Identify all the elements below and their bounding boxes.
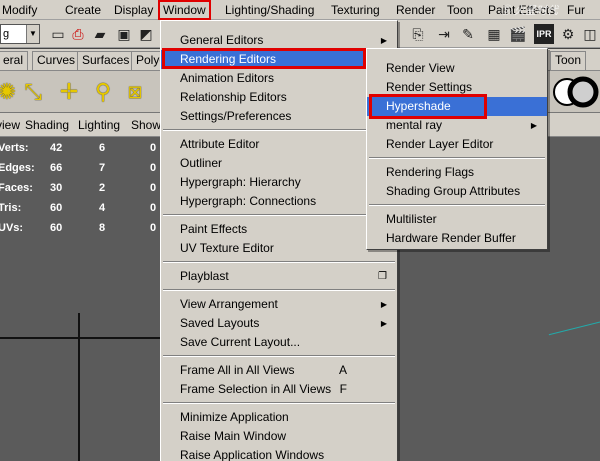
- window-menu-dropdown: General Editors▶ Rendering Editors▶ Anim…: [160, 20, 398, 461]
- toon-shader-icon[interactable]: [566, 75, 600, 109]
- history-icon[interactable]: ✎: [458, 24, 478, 44]
- main-menubar: Modify Create Display Window Lighting/Sh…: [0, 0, 600, 20]
- menu-separator: [163, 289, 395, 291]
- pdf-icon[interactable]: ⎙: [68, 24, 88, 44]
- watermark-logo: Ⓢ 火星时代: [500, 5, 559, 17]
- open-scene-icon[interactable]: ▰: [90, 24, 110, 44]
- menu-toon[interactable]: Toon: [447, 0, 473, 20]
- menu-item-raise-application-windows[interactable]: Raise Application Windows: [161, 446, 397, 461]
- clapper-icon[interactable]: 🎬: [508, 24, 528, 44]
- ipr-render-icon[interactable]: IPR: [534, 24, 554, 44]
- menu-create[interactable]: Create: [65, 0, 101, 20]
- select-mode-icon[interactable]: ◩: [136, 24, 156, 44]
- render-frame-icon[interactable]: ▦: [484, 24, 504, 44]
- shelf-tab-general[interactable]: eral: [0, 51, 29, 70]
- menu-separator: [163, 214, 395, 216]
- callout-rendering-editors: [162, 48, 366, 69]
- menu-window[interactable]: Window: [158, 0, 211, 20]
- menu-separator: [163, 129, 395, 131]
- menu-render[interactable]: Render: [396, 0, 435, 20]
- submenu-arrow-icon: ▶: [380, 300, 387, 309]
- menu-item-outliner[interactable]: Outliner: [161, 154, 397, 173]
- menu-set-value: g: [3, 28, 10, 40]
- submenu-arrow-icon: ▶: [380, 319, 387, 328]
- menu-item-animation-editors[interactable]: Animation Editors▶: [161, 69, 397, 88]
- hypershade-icon[interactable]: ◫: [580, 24, 600, 44]
- viewport-menu-view[interactable]: view: [0, 113, 20, 137]
- menu-item-hardware-render-buffer[interactable]: Hardware Render Buffer: [367, 229, 547, 248]
- menu-separator: [369, 204, 545, 206]
- spot-light-icon[interactable]: ⚲: [88, 77, 118, 107]
- menu-set-dropdown[interactable]: g ▼: [0, 24, 40, 44]
- callout-hypershade: [369, 94, 487, 119]
- point-light-icon[interactable]: ✛: [54, 77, 84, 107]
- shortcut-label: A: [338, 363, 347, 377]
- menu-item-frame-selection[interactable]: Frame Selection in All Views F: [161, 380, 397, 399]
- grid-axis-vertical: [78, 313, 80, 461]
- menu-item-frame-all[interactable]: Frame All in All Views A: [161, 361, 397, 380]
- menu-item-render-layer-editor[interactable]: Render Layer Editor: [367, 135, 547, 154]
- viewport-menu-shading[interactable]: Shading: [25, 113, 69, 137]
- menu-lighting-shading[interactable]: Lighting/Shading: [225, 0, 314, 20]
- rendering-editors-submenu: Render View Render Settings Hypershade m…: [366, 48, 548, 250]
- menu-modify[interactable]: Modify: [2, 0, 37, 20]
- directional-light-icon[interactable]: ⤡: [18, 77, 48, 107]
- menu-separator: [163, 355, 395, 357]
- menu-texturing[interactable]: Texturing: [331, 0, 380, 20]
- menu-item-paint-effects[interactable]: Paint Effects: [161, 220, 397, 239]
- menu-item-shading-group-attributes[interactable]: Shading Group Attributes: [367, 182, 547, 201]
- shelf-tab-curves[interactable]: Curves: [32, 51, 81, 70]
- chevron-down-icon[interactable]: ▼: [26, 25, 39, 43]
- submenu-arrow-icon: ▶: [530, 121, 537, 130]
- menu-separator: [163, 261, 395, 263]
- shelf-tab-surfaces[interactable]: Surfaces: [77, 51, 135, 70]
- input-output-icon[interactable]: ⇥: [434, 24, 454, 44]
- viewport-menu-show[interactable]: Show: [131, 113, 161, 137]
- menu-item-render-view[interactable]: Render View: [367, 59, 547, 78]
- render-settings-icon[interactable]: ⚙: [558, 24, 578, 44]
- menu-item-saved-layouts[interactable]: Saved Layouts ▶: [161, 314, 397, 333]
- wireframe-edge: [548, 319, 600, 336]
- menu-item-save-current-layout[interactable]: Save Current Layout...: [161, 333, 397, 352]
- menu-display[interactable]: Display: [114, 0, 153, 20]
- new-scene-icon[interactable]: ▭: [48, 24, 68, 44]
- menu-fur[interactable]: Fur: [567, 0, 585, 20]
- viewport-menu-lighting[interactable]: Lighting: [78, 113, 120, 137]
- area-light-icon[interactable]: ⊠: [120, 77, 150, 107]
- shelf-tab-toon[interactable]: Toon: [550, 51, 587, 70]
- menu-separator: [369, 157, 545, 159]
- menu-item-hypergraph-hierarchy[interactable]: Hypergraph: Hierarchy: [161, 173, 397, 192]
- menu-item-rendering-flags[interactable]: Rendering Flags: [367, 163, 547, 182]
- menu-item-raise-main-window[interactable]: Raise Main Window: [161, 427, 397, 446]
- menu-item-minimize-application[interactable]: Minimize Application: [161, 408, 397, 427]
- menu-item-attribute-editor[interactable]: Attribute Editor: [161, 135, 397, 154]
- option-box-icon[interactable]: ❐: [378, 267, 387, 286]
- menu-item-settings-preferences[interactable]: Settings/Preferences▶: [161, 107, 397, 126]
- shortcut-label: F: [339, 382, 347, 396]
- grid-axis-horizontal: [0, 337, 160, 339]
- menu-item-playblast[interactable]: Playblast ❐: [161, 267, 397, 286]
- menu-item-relationship-editors[interactable]: Relationship Editors▶: [161, 88, 397, 107]
- save-scene-icon[interactable]: ▣: [114, 24, 134, 44]
- menu-item-hypergraph-connections[interactable]: Hypergraph: Connections: [161, 192, 397, 211]
- menu-separator: [163, 402, 395, 404]
- snap-icon[interactable]: ⎘: [408, 24, 428, 44]
- menu-item-uv-texture-editor[interactable]: UV Texture Editor: [161, 239, 397, 258]
- menu-item-multilister[interactable]: Multilister: [367, 210, 547, 229]
- menu-item-view-arrangement[interactable]: View Arrangement ▶: [161, 295, 397, 314]
